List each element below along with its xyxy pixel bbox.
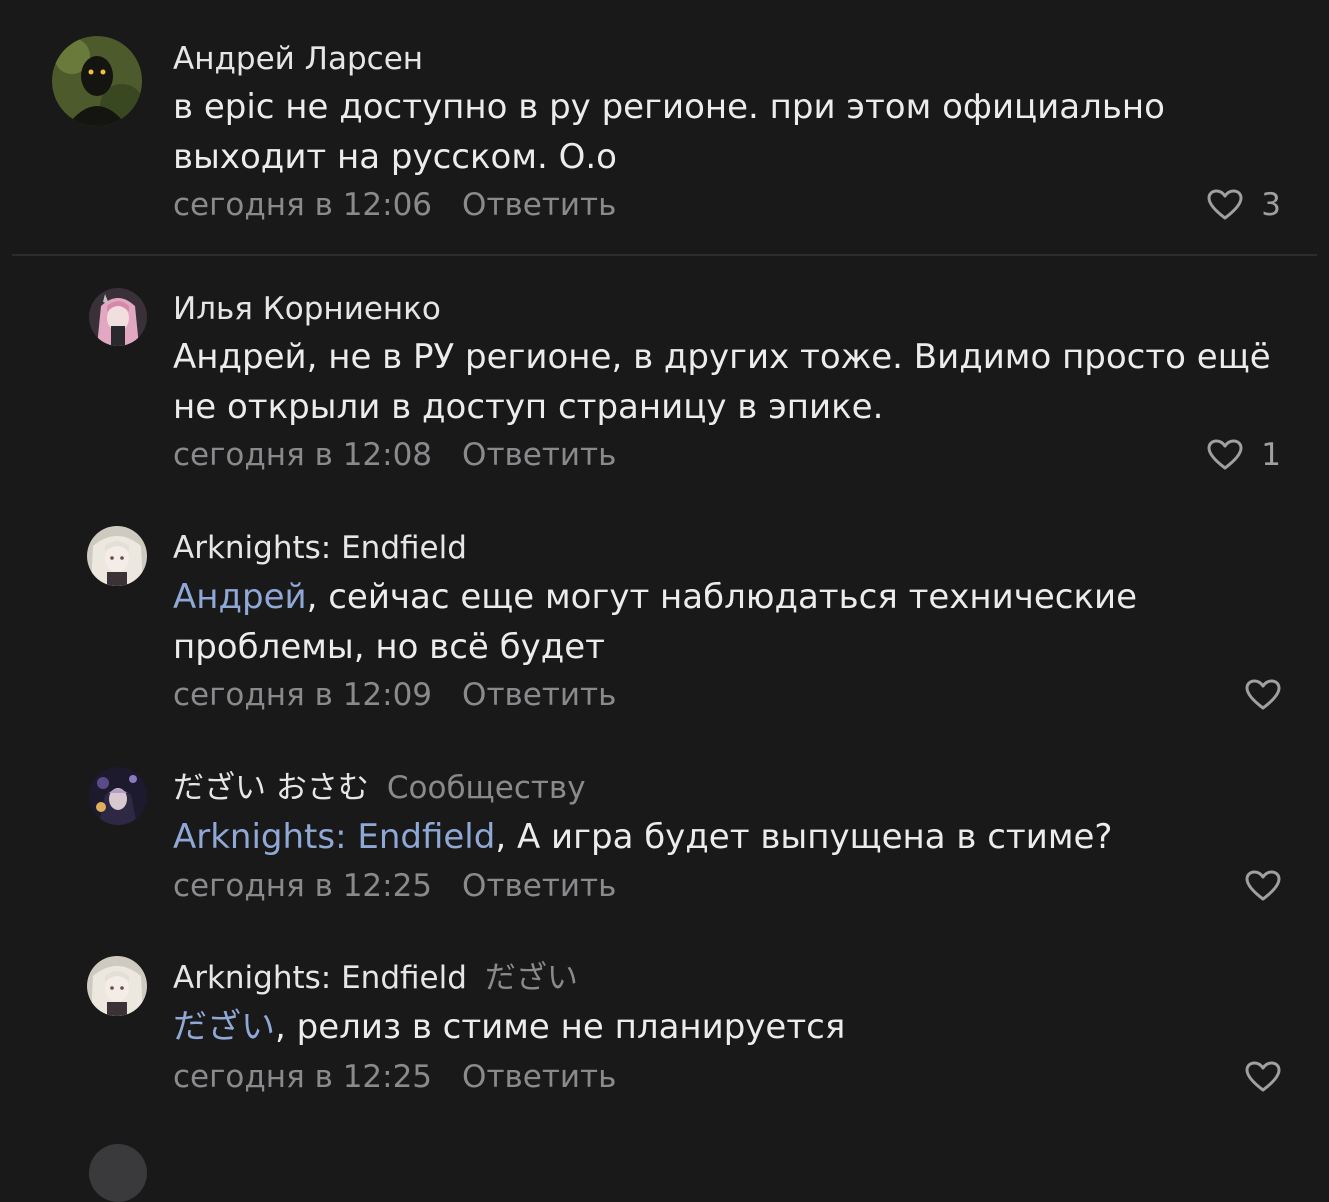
author-name[interactable]: Илья Корниенко bbox=[173, 289, 441, 329]
like-count: 1 bbox=[1261, 437, 1281, 473]
heart-outline-icon bbox=[1245, 679, 1281, 710]
author-name[interactable]: Arknights: Endfield bbox=[173, 528, 467, 568]
comment-meta: сегодня в 12:25 Ответить bbox=[173, 866, 616, 906]
mention-link[interactable]: Андрей bbox=[173, 577, 307, 617]
heart-outline-icon bbox=[1207, 189, 1243, 220]
like-button[interactable] bbox=[1245, 1057, 1281, 1097]
like-button[interactable] bbox=[1245, 866, 1281, 906]
comment-text: Андрей, сейчас еще могут наблюдаться тех… bbox=[173, 577, 1138, 667]
timestamp: сегодня в 12:06 bbox=[173, 187, 433, 223]
reply-target[interactable]: Сообществу bbox=[387, 770, 586, 806]
comment-meta: сегодня в 12:25 Ответить bbox=[173, 1057, 616, 1097]
comment-meta: сегодня в 12:06 Ответить bbox=[173, 185, 616, 225]
avatar[interactable] bbox=[87, 956, 147, 1016]
author-name[interactable]: Андрей Ларсен bbox=[173, 39, 423, 79]
avatar[interactable] bbox=[89, 288, 147, 346]
heart-outline-icon bbox=[1207, 439, 1243, 470]
like-button[interactable]: 1 bbox=[1207, 435, 1281, 475]
timestamp: сегодня в 12:08 bbox=[173, 437, 433, 473]
comment-meta: сегодня в 12:08 Ответить bbox=[173, 435, 616, 475]
timestamp: сегодня в 12:25 bbox=[173, 868, 433, 904]
reply-button[interactable]: Ответить bbox=[462, 868, 616, 904]
divider bbox=[12, 254, 1317, 256]
avatar[interactable] bbox=[87, 526, 147, 586]
heart-outline-icon bbox=[1245, 1061, 1281, 1092]
author-name[interactable]: だざい おさむ Сообществу bbox=[173, 768, 586, 808]
like-button[interactable] bbox=[1245, 675, 1281, 715]
reply-button[interactable]: Ответить bbox=[462, 187, 616, 223]
avatar[interactable] bbox=[52, 36, 142, 126]
comment-text: だざい, релиз в стиме не планируется bbox=[173, 1007, 846, 1047]
author-name[interactable]: Arknights: Endfield だざい bbox=[173, 958, 578, 998]
comment-text: в epic не доступно в ру регионе. при это… bbox=[173, 87, 1165, 177]
timestamp: сегодня в 12:25 bbox=[173, 1059, 433, 1095]
like-button[interactable]: 3 bbox=[1207, 185, 1281, 225]
comment-text: Андрей, не в РУ регионе, в других тоже. … bbox=[173, 337, 1271, 427]
avatar[interactable] bbox=[89, 767, 147, 825]
reply-button[interactable]: Ответить bbox=[462, 437, 616, 473]
reply-button[interactable]: Ответить bbox=[462, 677, 616, 713]
like-count: 3 bbox=[1261, 187, 1281, 223]
heart-outline-icon bbox=[1245, 870, 1281, 901]
comment-text: Arknights: Endfield, А игра будет выпуще… bbox=[173, 817, 1113, 857]
timestamp: сегодня в 12:09 bbox=[173, 677, 433, 713]
comment-meta: сегодня в 12:09 Ответить bbox=[173, 675, 616, 715]
mention-link[interactable]: Arknights: Endfield bbox=[173, 817, 495, 857]
reply-button[interactable]: Ответить bbox=[462, 1059, 616, 1095]
avatar[interactable] bbox=[89, 1144, 147, 1202]
mention-link[interactable]: だざい bbox=[173, 1007, 275, 1047]
reply-target[interactable]: だざい bbox=[485, 960, 578, 996]
